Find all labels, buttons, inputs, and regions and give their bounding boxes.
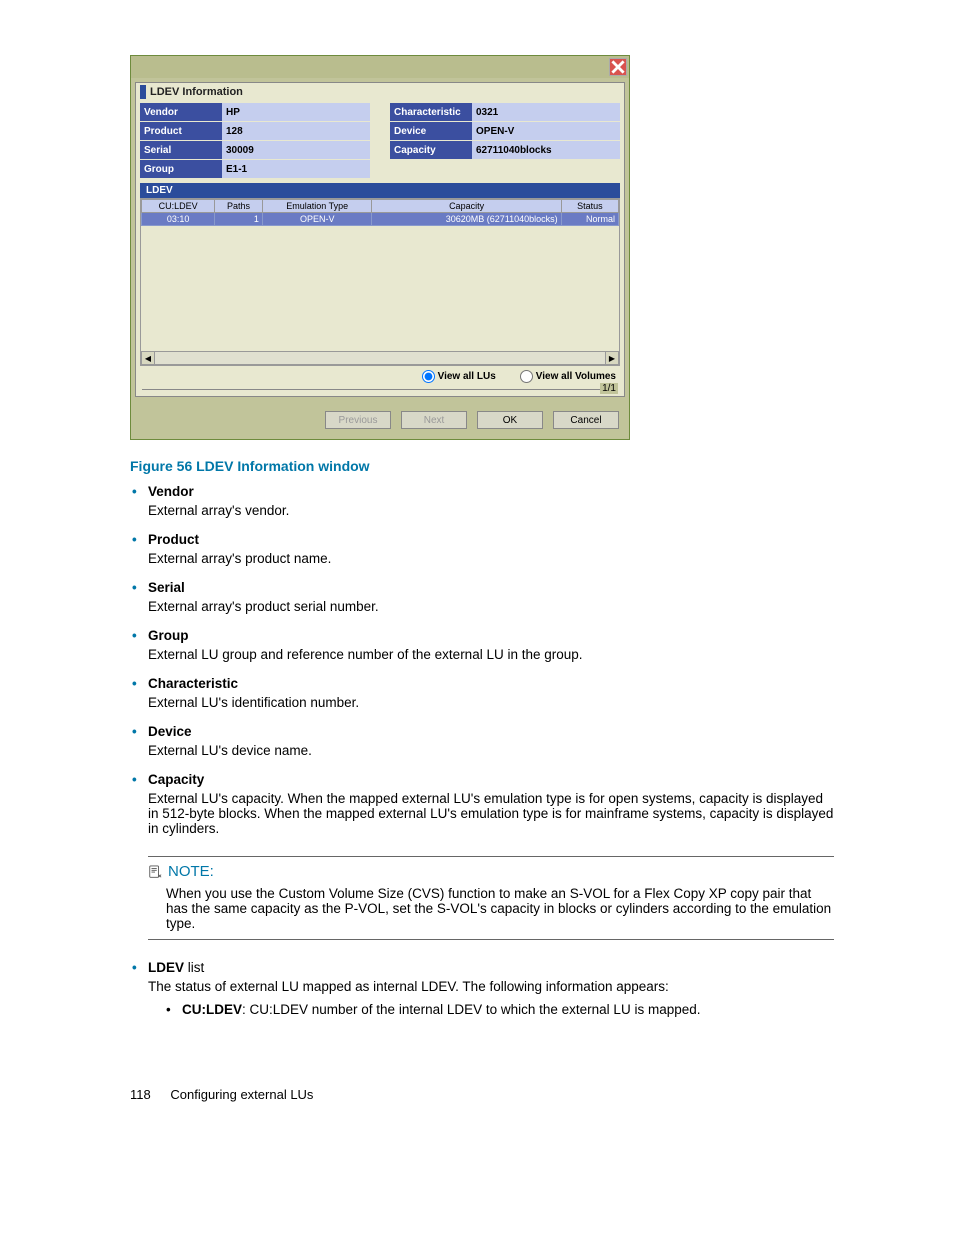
ldev-list-desc: The status of external LU mapped as inte… — [148, 979, 834, 994]
description: External array's vendor. — [148, 503, 834, 518]
info-label: Vendor — [140, 103, 222, 121]
term: Vendor — [148, 484, 194, 499]
footer-title: Configuring external LUs — [170, 1087, 313, 1102]
table-header[interactable]: CU:LDEV — [142, 200, 215, 213]
radio-view-all-lus[interactable]: View all LUs — [422, 370, 496, 383]
term: Product — [148, 532, 199, 547]
panel-title-marker — [140, 85, 146, 99]
cell-capacity: 30620MB (62711040blocks) — [372, 213, 561, 226]
ldev-section-header: LDEV — [140, 183, 620, 198]
definition-list: Vendor External array's vendor. Product Ext… — [130, 484, 834, 836]
view-radio-group: View all LUs View all Volumes — [136, 366, 624, 387]
table-header[interactable]: Emulation Type — [262, 200, 372, 213]
definition-item: Vendor External array's vendor. — [130, 484, 834, 518]
cell-culdev: 03:10 — [142, 213, 215, 226]
note-body: When you use the Custom Volume Size (CVS… — [166, 886, 834, 931]
radio-view-all-volumes[interactable]: View all Volumes — [520, 370, 616, 383]
scroll-left-icon[interactable]: ◀ — [141, 351, 155, 365]
ldev-table: CU:LDEVPathsEmulation TypeCapacityStatus… — [140, 198, 620, 366]
scroll-right-icon[interactable]: ▶ — [605, 351, 619, 365]
note-heading: NOTE: — [148, 863, 834, 880]
info-grid: VendorHPProduct128Serial30009GroupE1-1 C… — [136, 101, 624, 183]
description: External array's product serial number. — [148, 599, 834, 614]
close-icon — [611, 60, 625, 74]
info-row: Serial30009 — [140, 141, 370, 159]
previous-button[interactable]: Previous — [325, 411, 391, 429]
note-icon — [148, 865, 162, 879]
info-label: Capacity — [390, 141, 472, 159]
info-value: 0321 — [472, 103, 620, 121]
info-value: OPEN-V — [472, 122, 620, 140]
table-header[interactable]: Capacity — [372, 200, 561, 213]
info-label: Characteristic — [390, 103, 472, 121]
next-button[interactable]: Next — [401, 411, 467, 429]
close-button[interactable] — [609, 58, 627, 76]
info-value: 30009 — [222, 141, 370, 159]
horizontal-scrollbar[interactable]: ◀ ▶ — [141, 351, 619, 365]
definition-item: Serial External array's product serial nu… — [130, 580, 834, 614]
term: Characteristic — [148, 676, 238, 691]
term: Capacity — [148, 772, 204, 787]
term: Group — [148, 628, 189, 643]
panel-title: LDEV Information — [150, 86, 243, 98]
dialog-panel: LDEV Information VendorHPProduct128Seria… — [135, 82, 625, 397]
definition-item: Capacity External LU's capacity. When the… — [130, 772, 834, 836]
description: External LU's identification number. — [148, 695, 834, 710]
page-number: 118 — [130, 1087, 151, 1102]
page-footer: 118 Configuring external LUs — [130, 1087, 834, 1102]
info-value: E1-1 — [222, 160, 370, 178]
info-row: VendorHP — [140, 103, 370, 121]
cell-paths: 1 — [215, 213, 263, 226]
ok-button[interactable]: OK — [477, 411, 543, 429]
definition-item: Product External array's product name. — [130, 532, 834, 566]
cancel-button[interactable]: Cancel — [553, 411, 619, 429]
table-header[interactable]: Paths — [215, 200, 263, 213]
info-row: DeviceOPEN-V — [390, 122, 620, 140]
info-label: Serial — [140, 141, 222, 159]
pager-label: 1/1 — [600, 383, 618, 394]
definition-item: Device External LU's device name. — [130, 724, 834, 758]
cell-status: Normal — [561, 213, 618, 226]
definition-item: Characteristic External LU's identificati… — [130, 676, 834, 710]
dialog-button-row: Previous Next OK Cancel — [131, 401, 629, 439]
info-row: Product128 — [140, 122, 370, 140]
info-value: HP — [222, 103, 370, 121]
term: Serial — [148, 580, 185, 595]
info-row: Capacity62711040blocks — [390, 141, 620, 159]
description: External LU's capacity. When the mapped … — [148, 791, 834, 836]
definition-item: Group External LU group and reference num… — [130, 628, 834, 662]
term-ldev-list: LDEV — [148, 960, 184, 975]
table-row[interactable]: 03:10 1 OPEN-V 30620MB (62711040blocks) … — [142, 213, 619, 226]
sub-item-culdev: CU:LDEV: CU:LDEV number of the internal … — [166, 1002, 834, 1017]
cell-emulation: OPEN-V — [262, 213, 372, 226]
info-row: Characteristic0321 — [390, 103, 620, 121]
table-header[interactable]: Status — [561, 200, 618, 213]
dialog-titlebar — [131, 56, 629, 78]
info-label: Product — [140, 122, 222, 140]
description: External LU group and reference number o… — [148, 647, 834, 662]
ldev-info-dialog: LDEV Information VendorHPProduct128Seria… — [130, 55, 630, 440]
figure-caption: Figure 56 LDEV Information window — [130, 458, 834, 474]
info-row: GroupE1-1 — [140, 160, 370, 178]
description: External LU's device name. — [148, 743, 834, 758]
info-label: Group — [140, 160, 222, 178]
info-value: 128 — [222, 122, 370, 140]
info-value: 62711040blocks — [472, 141, 620, 159]
note-block: NOTE: When you use the Custom Volume Siz… — [148, 856, 834, 940]
info-label: Device — [390, 122, 472, 140]
ldev-list-definition: LDEV list The status of external LU mapp… — [130, 960, 834, 1017]
description: External array's product name. — [148, 551, 834, 566]
term: Device — [148, 724, 192, 739]
